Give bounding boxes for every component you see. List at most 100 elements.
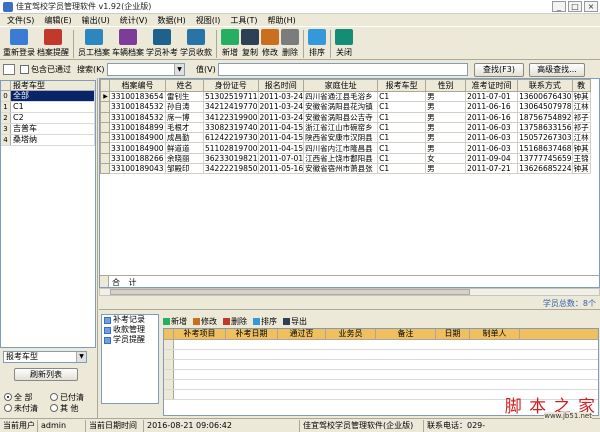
table-cell[interactable]: 2011-03-24 xyxy=(257,111,305,123)
table-cell[interactable]: 51102819700 xyxy=(203,142,259,154)
detail-row[interactable] xyxy=(164,350,598,360)
radio-paid[interactable] xyxy=(50,393,58,401)
table-cell[interactable]: 2011-06-03 xyxy=(465,142,519,154)
radio-other[interactable] xyxy=(50,404,58,412)
table-row[interactable]: ▶ 33100183654 雷钊生 51302519711 2011-03-24 四川省通… xyxy=(100,90,591,103)
table-cell[interactable]: 2011-06-16 xyxy=(465,111,519,123)
list-item[interactable]: 4 桑塔纳 xyxy=(1,135,95,146)
menu-view[interactable]: 视图(I) xyxy=(191,15,226,26)
list-item[interactable]: 1 C1 xyxy=(1,102,95,113)
table-cell[interactable]: 陕西省安康市汉阴县 xyxy=(303,132,379,144)
toolbar-button-4[interactable]: 学员补考 xyxy=(145,27,179,59)
table-cell[interactable]: 安徽省涡阳县花沟镇 xyxy=(303,101,379,113)
column-header[interactable]: 姓名 xyxy=(165,79,204,92)
tree-item[interactable]: 收款管理 xyxy=(102,325,158,335)
table-cell[interactable]: C1 xyxy=(377,142,427,154)
table-cell[interactable]: 四川省内江市隆昌县 xyxy=(303,142,379,154)
table-cell[interactable]: 2011-06-16 xyxy=(465,101,519,113)
table-cell[interactable]: 33100184900 xyxy=(109,132,166,144)
table-cell[interactable]: 安徽省宿州市萧县张 xyxy=(303,163,379,175)
table-cell[interactable]: 男 xyxy=(425,163,467,175)
table-cell[interactable]: 王锦 xyxy=(571,152,591,165)
table-cell[interactable]: 孙自涛 xyxy=(165,101,204,113)
detail-action-button[interactable]: 排序 xyxy=(253,315,277,327)
table-cell[interactable]: 15168637468 xyxy=(517,142,573,154)
table-cell[interactable]: 男 xyxy=(425,101,467,113)
column-header[interactable]: 报名时间 xyxy=(257,79,305,92)
toolbar-button-0[interactable]: 重新登录 xyxy=(2,27,36,59)
table-cell[interactable]: 钟其 xyxy=(571,163,591,175)
scroll-thumb[interactable] xyxy=(110,289,470,295)
column-header[interactable]: 性别 xyxy=(425,79,467,92)
table-cell[interactable]: 15057267303 xyxy=(517,132,573,144)
table-cell[interactable]: 男 xyxy=(425,142,467,154)
column-header[interactable]: 准考证时间 xyxy=(465,79,519,92)
table-row[interactable]: 33100184532 席一博 34122319900 2011-03-24 安徽省涡阳… xyxy=(100,111,591,123)
detail-column-header[interactable]: 通过否 xyxy=(278,329,326,339)
tree-item[interactable]: 学员提醒 xyxy=(102,335,158,345)
column-header[interactable]: 报考车型 xyxy=(377,79,427,92)
detail-row[interactable] xyxy=(164,380,598,390)
menu-output[interactable]: 输出(U) xyxy=(77,15,115,26)
column-header[interactable]: 身份证号 xyxy=(203,79,259,92)
maximize-button[interactable]: □ xyxy=(568,1,582,12)
table-cell[interactable]: 33100184532 xyxy=(109,101,166,113)
tree-item[interactable]: 补考记录 xyxy=(102,315,158,325)
search-value-input[interactable] xyxy=(218,63,468,76)
column-header[interactable]: 教 xyxy=(571,79,591,92)
table-cell[interactable]: 祁子 xyxy=(571,121,591,134)
toolbar-button-8[interactable]: 修改 xyxy=(260,27,280,59)
toolbar-button-6[interactable]: 新增 xyxy=(220,27,240,59)
table-cell[interactable]: 13600676430 xyxy=(517,90,573,103)
toolbar-button-3[interactable]: 车辆档案 xyxy=(111,27,145,59)
close-window-button[interactable]: × xyxy=(584,1,598,12)
table-row[interactable]: 33100189043 邹殿印 34222219850 2011-05-16 安徽省宿州… xyxy=(100,163,591,175)
toolbar-button-9[interactable]: 删除 xyxy=(280,27,300,59)
table-cell[interactable]: 2011-07-21 xyxy=(465,163,519,175)
list-item[interactable]: 2 C2 xyxy=(1,113,95,124)
detail-row[interactable] xyxy=(164,360,598,370)
radio-all[interactable] xyxy=(4,393,12,401)
table-cell[interactable]: 61242219730 xyxy=(203,132,259,144)
table-cell[interactable]: 席一博 xyxy=(165,111,204,123)
table-cell[interactable]: C1 xyxy=(377,163,427,175)
column-header[interactable]: 家庭住址 xyxy=(303,79,379,92)
table-row[interactable]: 33100188266 余晓丽 36233019821 2011-07-01 江西省上饶… xyxy=(100,152,591,165)
table-cell[interactable]: 男 xyxy=(425,121,467,134)
table-cell[interactable]: 2011-06-03 xyxy=(465,132,519,144)
table-cell[interactable]: 33100184532 xyxy=(109,111,166,123)
detail-column-header[interactable]: 日期 xyxy=(436,329,470,339)
table-cell[interactable]: 2011-04-15 xyxy=(257,142,305,154)
table-row[interactable]: 33100184900 鲜道道 51102819700 2011-04-15 四川省内江… xyxy=(100,142,591,154)
table-cell[interactable]: 江林 xyxy=(571,101,591,113)
table-cell[interactable]: 鲜道道 xyxy=(165,142,204,154)
table-cell[interactable]: C1 xyxy=(377,111,427,123)
table-cell[interactable]: 毛根才 xyxy=(165,121,204,134)
table-cell[interactable]: 2011-05-16 xyxy=(257,163,305,175)
advanced-find-button[interactable]: 高级查找... xyxy=(529,63,585,77)
table-cell[interactable]: 33100184900 xyxy=(109,142,166,154)
list-item[interactable]: 3 吉普车 xyxy=(1,124,95,135)
table-cell[interactable]: C1 xyxy=(377,132,427,144)
table-cell[interactable]: 51302519711 xyxy=(203,90,259,103)
menu-tools[interactable]: 工具(T) xyxy=(225,15,262,26)
table-cell[interactable]: 成昌勤 xyxy=(165,132,204,144)
vehicle-type-combo[interactable]: 报考车型 ▼ xyxy=(3,351,87,363)
table-cell[interactable]: 钟其 xyxy=(571,142,591,154)
chevron-down-icon[interactable]: ▼ xyxy=(76,352,86,362)
radio-unpaid[interactable] xyxy=(4,404,12,412)
table-cell[interactable]: 男 xyxy=(425,132,467,144)
refresh-list-button[interactable]: 刷新列表 xyxy=(14,368,78,381)
menu-help[interactable]: 帮助(H) xyxy=(262,15,300,26)
table-cell[interactable]: C1 xyxy=(377,152,427,165)
menu-edit[interactable]: 编辑(E) xyxy=(39,15,76,26)
table-cell[interactable]: 钟其 xyxy=(571,90,591,103)
table-row[interactable]: 33100184899 毛根才 33082319740 2011-04-15 浙江省江山… xyxy=(100,121,591,134)
table-cell[interactable]: 18756754892 xyxy=(517,111,573,123)
table-cell[interactable]: 江林 xyxy=(571,132,591,144)
detail-action-button[interactable]: 修改 xyxy=(193,315,217,327)
search-field-select[interactable]: ▼ xyxy=(107,63,185,76)
toolbar-button-1[interactable]: 档案提醒 xyxy=(36,27,70,59)
detail-action-button[interactable]: 删除 xyxy=(223,315,247,327)
menu-data[interactable]: 数据(H) xyxy=(152,15,190,26)
